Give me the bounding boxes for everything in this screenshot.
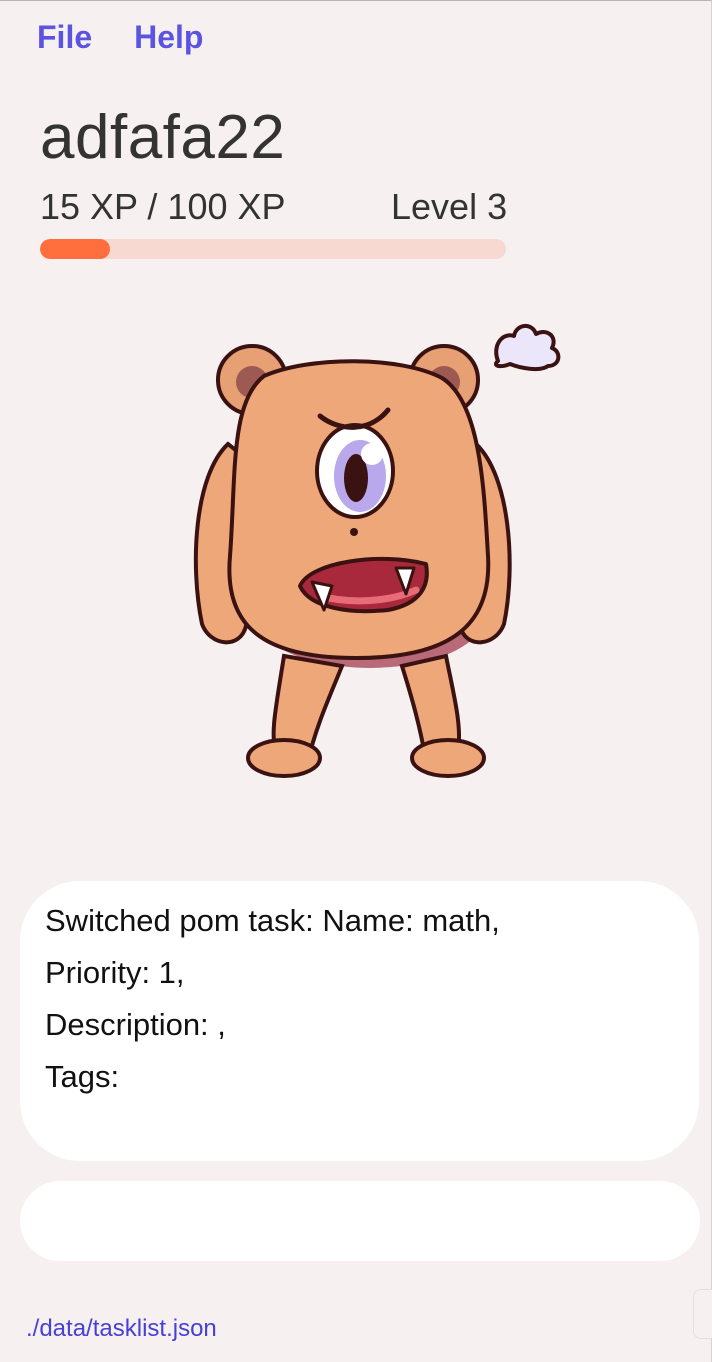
- result-line: Tags:: [45, 1059, 120, 1094]
- result-display: Switched pom task: Name: math, Priority:…: [20, 881, 699, 1161]
- data-file-path: ./data/tasklist.json: [26, 1315, 217, 1342]
- angry-monster-mascot-icon: [193, 324, 561, 778]
- result-line: Description: ,: [45, 1007, 226, 1042]
- resize-handle[interactable]: [693, 1289, 712, 1339]
- help-menu[interactable]: Help: [134, 21, 203, 53]
- xp-text: 15 XP / 100 XP: [40, 186, 286, 227]
- xp-row: 15 XP / 100 XP Level 3: [40, 189, 507, 225]
- result-line: Switched pom task: Name: math,: [45, 903, 500, 938]
- result-line: Priority: 1,: [45, 955, 185, 990]
- username: adfafa22: [40, 103, 286, 172]
- xp-progress-fill: [40, 239, 110, 259]
- menu-bar: File Help: [37, 21, 203, 53]
- xp-progress-bar: [40, 239, 506, 259]
- level-text: Level 3: [391, 186, 508, 227]
- command-input[interactable]: [20, 1181, 700, 1261]
- file-menu[interactable]: File: [37, 21, 92, 53]
